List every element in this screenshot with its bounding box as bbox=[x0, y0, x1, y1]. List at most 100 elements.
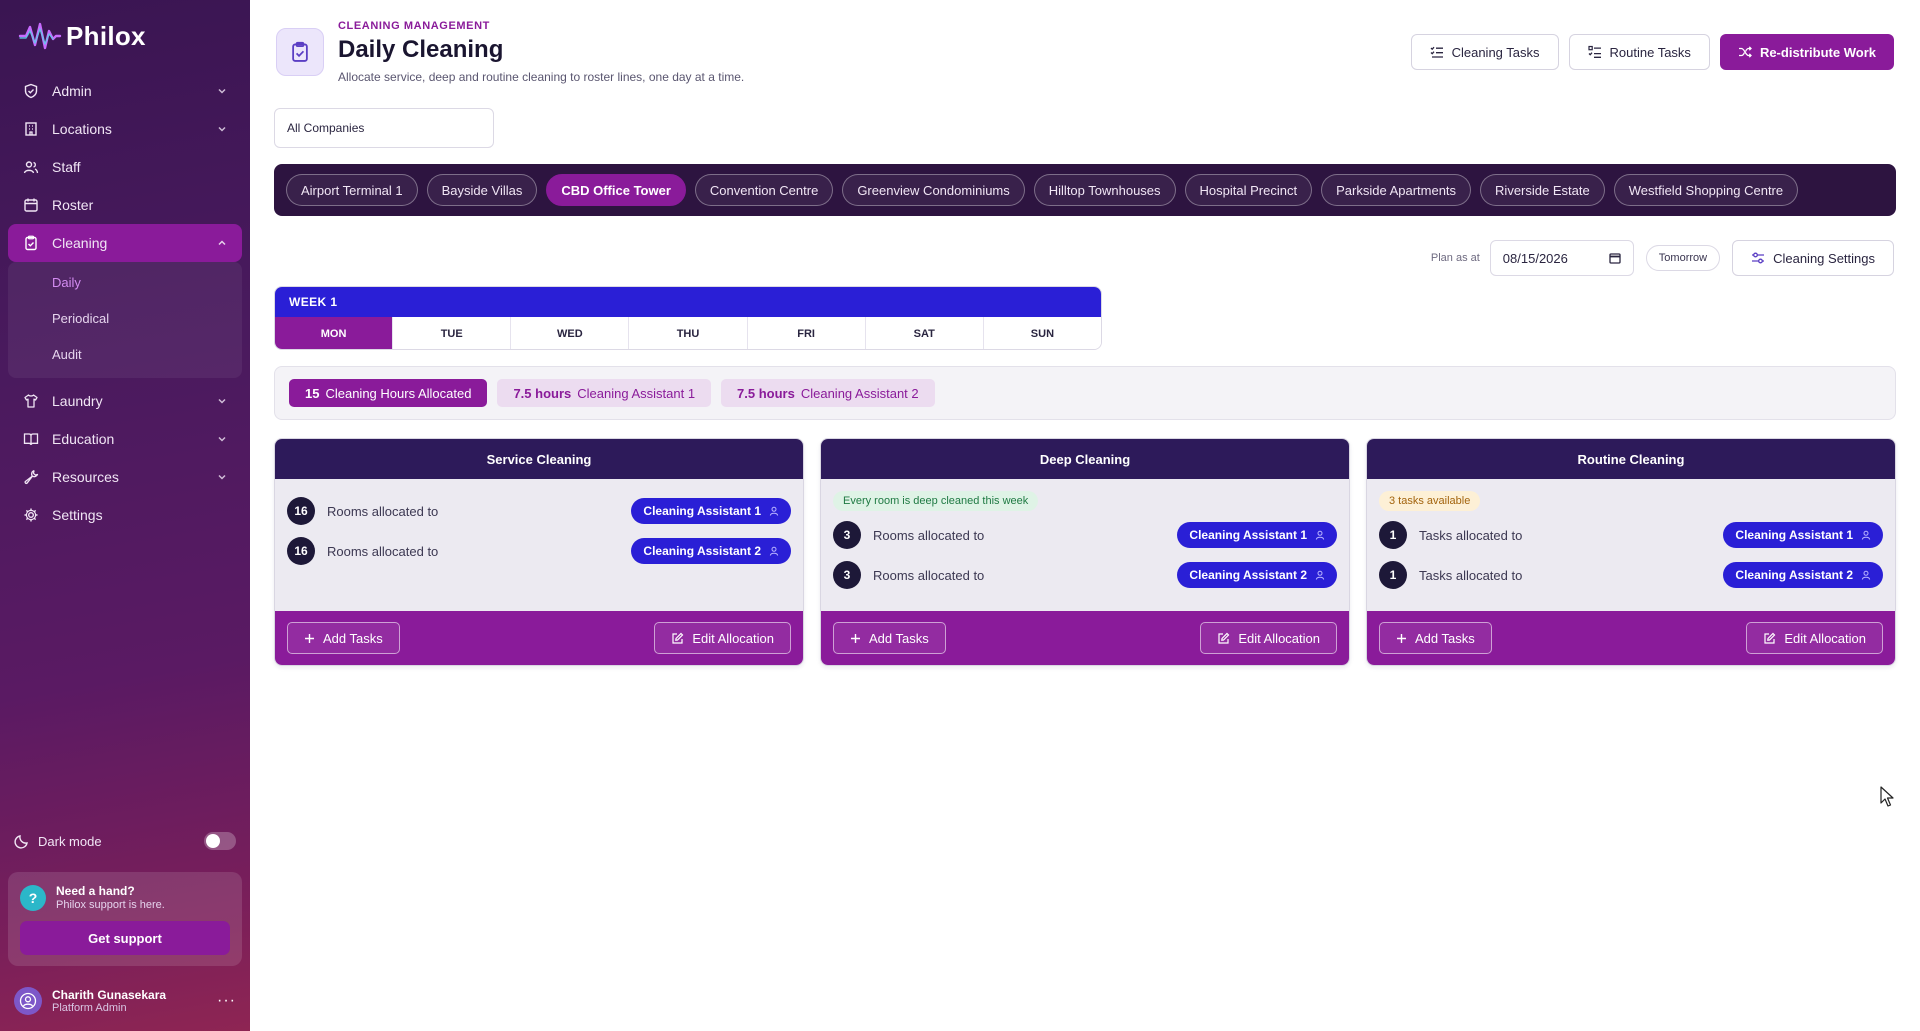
service-cleaning-card: Service Cleaning 16 Rooms allocated to C… bbox=[274, 438, 804, 666]
sidebar-item-label: Staff bbox=[52, 159, 81, 175]
sidebar-item-admin[interactable]: Admin bbox=[8, 72, 242, 110]
sidebar-item-staff[interactable]: Staff bbox=[8, 148, 242, 186]
site-tab-parkside-apartments[interactable]: Parkside Apartments bbox=[1321, 174, 1472, 206]
edit-allocation-button[interactable]: Edit Allocation bbox=[1200, 622, 1337, 654]
company-select[interactable]: All Companies bbox=[274, 108, 494, 148]
dark-mode-toggle[interactable] bbox=[204, 832, 236, 850]
day-tab-thu[interactable]: THU bbox=[629, 317, 748, 349]
card-footer: Add Tasks Edit Allocation bbox=[821, 611, 1349, 665]
plan-date-input[interactable]: 08/15/2026 bbox=[1489, 240, 1634, 276]
assistant-hours-value: 7.5 hours bbox=[737, 385, 795, 401]
help-title: Need a hand? bbox=[56, 884, 135, 898]
allocation-count: 16 bbox=[287, 497, 315, 525]
more-options-icon[interactable]: ··· bbox=[217, 992, 236, 1010]
allocation-row: 3 Rooms allocated to Cleaning Assistant … bbox=[833, 515, 1337, 555]
day-tab-mon[interactable]: MON bbox=[275, 317, 394, 349]
assistant-hours-label: Cleaning Assistant 1 bbox=[577, 385, 696, 401]
subnav-item-audit[interactable]: Audit bbox=[8, 336, 242, 372]
allocation-text: Tasks allocated to bbox=[1419, 527, 1523, 543]
add-tasks-label: Add Tasks bbox=[869, 630, 929, 646]
assignee-chip[interactable]: Cleaning Assistant 2 bbox=[1177, 562, 1337, 588]
calendar-icon bbox=[22, 196, 40, 214]
get-support-button[interactable]: Get support bbox=[20, 921, 230, 955]
card-title: Routine Cleaning bbox=[1367, 439, 1895, 479]
sidebar-item-locations[interactable]: Locations bbox=[8, 110, 242, 148]
brand-logo[interactable]: Philox bbox=[18, 18, 146, 54]
site-tab-hilltop-townhouses[interactable]: Hilltop Townhouses bbox=[1033, 174, 1176, 206]
plus-icon bbox=[305, 633, 314, 643]
moon-icon bbox=[14, 835, 28, 849]
edit-allocation-button[interactable]: Edit Allocation bbox=[654, 622, 791, 654]
shirt-icon bbox=[22, 392, 40, 410]
add-tasks-button[interactable]: Add Tasks bbox=[287, 622, 400, 654]
cleaning-subnav: Daily Periodical Audit bbox=[8, 262, 242, 378]
clipboard-check-icon bbox=[276, 28, 324, 76]
tomorrow-button[interactable]: Tomorrow bbox=[1645, 245, 1721, 271]
cleaning-settings-button[interactable]: Cleaning Settings bbox=[1732, 240, 1894, 276]
day-tab-sat[interactable]: SAT bbox=[865, 317, 984, 349]
page-subtitle: Allocate service, deep and routine clean… bbox=[338, 70, 745, 84]
sidebar-item-education[interactable]: Education bbox=[8, 420, 242, 458]
sidebar-item-laundry[interactable]: Laundry bbox=[8, 382, 242, 420]
allocation-text: Rooms allocated to bbox=[873, 527, 985, 543]
routine-tasks-button[interactable]: Routine Tasks bbox=[1568, 34, 1710, 70]
site-tab-bayside-villas[interactable]: Bayside Villas bbox=[426, 174, 538, 206]
day-tab-wed[interactable]: WED bbox=[511, 317, 630, 349]
site-tab-airport-terminal-1[interactable]: Airport Terminal 1 bbox=[286, 174, 418, 206]
sidebar-item-settings[interactable]: Settings bbox=[8, 496, 242, 534]
chevron-down-icon bbox=[218, 126, 226, 132]
users-icon bbox=[22, 158, 40, 176]
add-tasks-label: Add Tasks bbox=[1415, 630, 1475, 646]
gear-icon bbox=[22, 506, 40, 524]
allocation-row: 1 Tasks allocated to Cleaning Assistant … bbox=[1379, 555, 1883, 595]
subnav-item-periodical[interactable]: Periodical bbox=[8, 300, 242, 336]
allocation-text: Rooms allocated to bbox=[327, 543, 439, 559]
avatar bbox=[14, 987, 42, 1015]
allocation-count: 3 bbox=[833, 521, 861, 549]
edit-icon bbox=[1764, 632, 1776, 644]
site-tabs: Airport Terminal 1 Bayside Villas CBD Of… bbox=[274, 164, 1896, 216]
allocation-count: 3 bbox=[833, 561, 861, 589]
allocation-row: 1 Tasks allocated to Cleaning Assistant … bbox=[1379, 515, 1883, 555]
plan-date-value: 08/15/2026 bbox=[1502, 250, 1568, 266]
site-tab-convention-centre[interactable]: Convention Centre bbox=[694, 174, 834, 206]
site-tab-hospital-precinct[interactable]: Hospital Precinct bbox=[1184, 174, 1313, 206]
redistribute-work-button[interactable]: Re-distribute Work bbox=[1719, 34, 1894, 70]
assignee-chip[interactable]: Cleaning Assistant 2 bbox=[631, 538, 791, 564]
day-tab-fri[interactable]: FRI bbox=[747, 317, 866, 349]
assignee-chip[interactable]: Cleaning Assistant 1 bbox=[631, 498, 791, 524]
info-badge: Every room is deep cleaned this week bbox=[833, 491, 1039, 511]
assignee-name: Cleaning Assistant 1 bbox=[643, 504, 761, 518]
help-icon: ? bbox=[20, 884, 46, 911]
card-body: 16 Rooms allocated to Cleaning Assistant… bbox=[275, 479, 803, 611]
site-tab-westfield-shopping-centre[interactable]: Westfield Shopping Centre bbox=[1613, 174, 1799, 206]
site-tab-greenview-condominiums[interactable]: Greenview Condominiums bbox=[842, 174, 1025, 206]
day-tab-tue[interactable]: TUE bbox=[393, 317, 512, 349]
edit-allocation-button[interactable]: Edit Allocation bbox=[1746, 622, 1883, 654]
add-tasks-button[interactable]: Add Tasks bbox=[833, 622, 946, 654]
cleaning-cards: Service Cleaning 16 Rooms allocated to C… bbox=[274, 438, 1896, 666]
assistant-hours-value: 7.5 hours bbox=[513, 385, 572, 401]
chevron-up-icon bbox=[218, 240, 226, 246]
user-icon bbox=[1861, 570, 1871, 580]
add-tasks-button[interactable]: Add Tasks bbox=[1379, 622, 1492, 654]
assignee-chip[interactable]: Cleaning Assistant 2 bbox=[1723, 562, 1883, 588]
assignee-chip[interactable]: Cleaning Assistant 1 bbox=[1177, 522, 1337, 548]
sidebar-item-resources[interactable]: Resources bbox=[8, 458, 242, 496]
sidebar-item-cleaning[interactable]: Cleaning bbox=[8, 224, 242, 262]
user-profile[interactable]: Charith Gunasekara Platform Admin ··· bbox=[14, 984, 236, 1018]
cleaning-tasks-button[interactable]: Cleaning Tasks bbox=[1410, 34, 1559, 70]
sidebar-item-roster[interactable]: Roster bbox=[8, 186, 242, 224]
assignee-chip[interactable]: Cleaning Assistant 1 bbox=[1723, 522, 1883, 548]
brand-name: Philox bbox=[66, 20, 146, 51]
help-card: ? Need a hand? Philox support is here. G… bbox=[8, 872, 242, 966]
cleaning-tasks-label: Cleaning Tasks bbox=[1451, 44, 1540, 60]
plan-as-at-label: Plan as at bbox=[1430, 252, 1480, 264]
site-tab-riverside-estate[interactable]: Riverside Estate bbox=[1480, 174, 1605, 206]
routine-tasks-label: Routine Tasks bbox=[1609, 44, 1691, 60]
calendar-icon[interactable] bbox=[1609, 252, 1621, 264]
subnav-item-daily[interactable]: Daily bbox=[8, 264, 242, 300]
day-tab-sun[interactable]: SUN bbox=[983, 317, 1101, 349]
assistant-hours-badge: 7.5 hours Cleaning Assistant 1 bbox=[497, 379, 712, 407]
site-tab-cbd-office-tower[interactable]: CBD Office Tower bbox=[546, 174, 686, 206]
